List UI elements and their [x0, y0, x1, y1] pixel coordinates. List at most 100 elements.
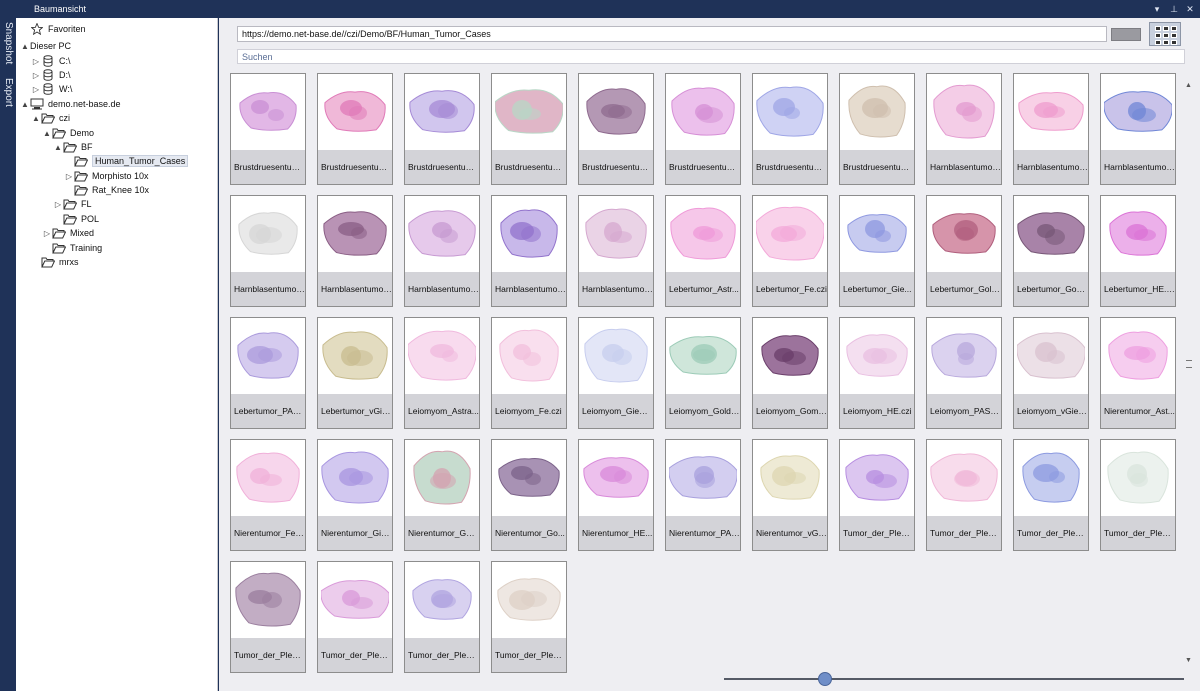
thumbnail-tile[interactable]: Tumor_der_Pleur...: [839, 439, 915, 551]
thumbnail-tile[interactable]: Nierentumor_Go...: [491, 439, 567, 551]
tree-item[interactable]: POL: [53, 212, 99, 226]
search-input[interactable]: Suchen: [237, 49, 1185, 64]
thumbnail-tile[interactable]: Leiomyom_Fe.czi: [491, 317, 567, 429]
thumbnail-tile[interactable]: Nierentumor_Fe.czi: [230, 439, 306, 551]
go-button[interactable]: [1111, 28, 1141, 41]
thumbnail-tile[interactable]: Tumor_der_Pleur...: [491, 561, 567, 673]
tree-item[interactable]: ▷ W:\: [31, 82, 72, 96]
thumbnail-tile[interactable]: Leiomyom_Gomo...: [752, 317, 828, 429]
expand-arrow-icon[interactable]: ▷: [31, 71, 41, 80]
scroll-down-icon[interactable]: ▼: [1185, 657, 1192, 664]
expand-arrow-icon[interactable]: ▲: [42, 129, 52, 138]
thumbnail-tile[interactable]: Tumor_der_Pleur...: [1100, 439, 1176, 551]
thumbnail-tile[interactable]: Lebertumor_PAS...: [230, 317, 306, 429]
tree-item[interactable]: Training: [42, 241, 102, 255]
tab-snapshot[interactable]: Snapshot: [0, 22, 16, 74]
tree-item[interactable]: ▲ BF: [53, 140, 93, 154]
thumbnail-tile[interactable]: Tumor_der_Pleur...: [926, 439, 1002, 551]
tab-export[interactable]: Export: [0, 78, 16, 118]
thumbnail-tile[interactable]: Brustdruesentum...: [578, 73, 654, 185]
thumbnail-tile[interactable]: Lebertumor_HE.czi: [1100, 195, 1176, 307]
tree-item-label: POL: [81, 214, 100, 224]
close-icon[interactable]: ✕: [1183, 2, 1197, 16]
thumbnail-tile[interactable]: Harnblasentumor...: [317, 195, 393, 307]
thumbnail-tile[interactable]: Nierentumor_Ast...: [1100, 317, 1176, 429]
thumbnail-tile[interactable]: Brustdruesentum...: [317, 73, 393, 185]
tree-item[interactable]: ▷ C:\: [31, 54, 71, 68]
thumbnail-tile[interactable]: Lebertumor_Astr...: [665, 195, 741, 307]
expand-arrow-icon[interactable]: ▲: [31, 114, 41, 123]
thumbnail-tile[interactable]: Brustdruesentum...: [230, 73, 306, 185]
expand-arrow-icon[interactable]: ▷: [53, 200, 63, 209]
thumbnail-tile[interactable]: Nierentumor_HE...: [578, 439, 654, 551]
tree-item[interactable]: ▲ demo.net-base.de: [20, 97, 121, 111]
tree-item[interactable]: ▷ FL: [53, 197, 92, 211]
thumbnail-label: Lebertumor_HE.czi: [1101, 272, 1175, 306]
expand-arrow-icon[interactable]: ▷: [64, 172, 74, 181]
expand-arrow-icon[interactable]: ▲: [53, 143, 63, 152]
thumbnail-tile[interactable]: Tumor_der_Pleur...: [404, 561, 480, 673]
thumbnail-label: Leiomyom_Fe.czi: [492, 394, 566, 428]
thumbnail-tile[interactable]: Harnblasentumor...: [404, 195, 480, 307]
expand-arrow-icon[interactable]: ▲: [20, 42, 30, 51]
thumbnail-tile[interactable]: Brustdruesentum...: [839, 73, 915, 185]
folder-open-icon: [52, 242, 66, 254]
slide-thumbnail: [1018, 92, 1084, 131]
thumbnail-tile[interactable]: Nierentumor_vGi...: [752, 439, 828, 551]
tree-item[interactable]: ▷ Mixed: [42, 226, 94, 240]
tree-item[interactable]: ▲ Dieser PC: [20, 39, 71, 53]
thumbnail-tile[interactable]: Harnblasentumor...: [926, 73, 1002, 185]
thumbnail-tile[interactable]: Lebertumor_Fe.czi: [752, 195, 828, 307]
dropdown-icon[interactable]: ▾: [1150, 2, 1164, 16]
expand-arrow-icon[interactable]: ▲: [20, 100, 30, 109]
pin-icon[interactable]: ⊥: [1167, 2, 1181, 16]
thumbnail-tile[interactable]: Brustdruesentum...: [491, 73, 567, 185]
tree-item[interactable]: ▷ D:\: [31, 68, 71, 82]
thumbnail-tile[interactable]: Brustdruesentum...: [665, 73, 741, 185]
thumbnail-tile[interactable]: Harnblasentumor...: [230, 195, 306, 307]
thumbnail-tile[interactable]: Lebertumor_Gom...: [1013, 195, 1089, 307]
tree-item[interactable]: Rat_Knee 10x: [64, 183, 149, 197]
expand-arrow-icon[interactable]: ▷: [31, 85, 41, 94]
tree-item[interactable]: Human_Tumor_Cases: [64, 154, 189, 168]
url-field[interactable]: https://demo.net-base.de//czi/Demo/BF/Hu…: [237, 26, 1107, 42]
vertical-scrollbar[interactable]: ▲ ▼: [1184, 80, 1194, 670]
tree-item[interactable]: ▷ Morphisto 10x: [64, 169, 149, 183]
expand-arrow-icon[interactable]: ▷: [42, 229, 52, 238]
thumbnail-tile[interactable]: Nierentumor_PAS...: [665, 439, 741, 551]
slider-knob[interactable]: [818, 672, 833, 686]
expand-arrow-icon[interactable]: ▷: [31, 57, 41, 66]
thumbnail-tile[interactable]: Harnblasentumor...: [1013, 73, 1089, 185]
tree-item[interactable]: ▲ Demo: [42, 126, 94, 140]
thumbnail-tile[interactable]: Tumor_der_Pleur...: [317, 561, 393, 673]
thumbnail-tile[interactable]: Harnblasentumor...: [578, 195, 654, 307]
thumbnail-tile[interactable]: Nierentumor_Gie...: [317, 439, 393, 551]
thumbnail-tile[interactable]: Leiomyom_HE.czi: [839, 317, 915, 429]
thumbnail-label: Tumor_der_Pleur...: [1014, 516, 1088, 550]
thumbnail-tile[interactable]: Leiomyom_vGies...: [1013, 317, 1089, 429]
thumbnail-tile[interactable]: Brustdruesentum...: [404, 73, 480, 185]
zoom-slider[interactable]: [724, 671, 1184, 687]
thumbnail-tile[interactable]: Leiomyom_Giem...: [578, 317, 654, 429]
thumbnail-tile[interactable]: Tumor_der_Pleur...: [230, 561, 306, 673]
tree-item[interactable]: ▲ czi: [31, 111, 70, 125]
thumbnail-tile[interactable]: Lebertumor_Gold...: [926, 195, 1002, 307]
slide-thumbnail: [669, 456, 737, 499]
thumbnail-tile[interactable]: Nierentumor_Gol...: [404, 439, 480, 551]
thumbnail-tile[interactable]: Tumor_der_Pleur...: [1013, 439, 1089, 551]
tree-item[interactable]: mrxs: [31, 255, 79, 269]
thumbnail-tile[interactable]: Harnblasentumor...: [1100, 73, 1176, 185]
thumbnail-tile[interactable]: Lebertumor_vGie...: [317, 317, 393, 429]
thumbnail-tile[interactable]: Leiomyom_Goldn...: [665, 317, 741, 429]
thumbnail-tile[interactable]: Brustdruesentum...: [752, 73, 828, 185]
window-title: Baumansicht: [34, 4, 87, 14]
thumbnail-tile[interactable]: Harnblasentumor...: [491, 195, 567, 307]
tree-item[interactable]: Favoriten: [20, 22, 86, 36]
thumbnail-tile[interactable]: Lebertumor_Gie...: [839, 195, 915, 307]
scroll-up-icon[interactable]: ▲: [1185, 82, 1192, 89]
grid-view-icon[interactable]: [1149, 22, 1181, 46]
thumbnail-tile[interactable]: Leiomyom_Astra...: [404, 317, 480, 429]
thumbnail-tile[interactable]: Leiomyom_PAS.czi: [926, 317, 1002, 429]
scrollbar-thumb[interactable]: [1184, 94, 1193, 654]
slide-thumbnail: [322, 331, 388, 380]
